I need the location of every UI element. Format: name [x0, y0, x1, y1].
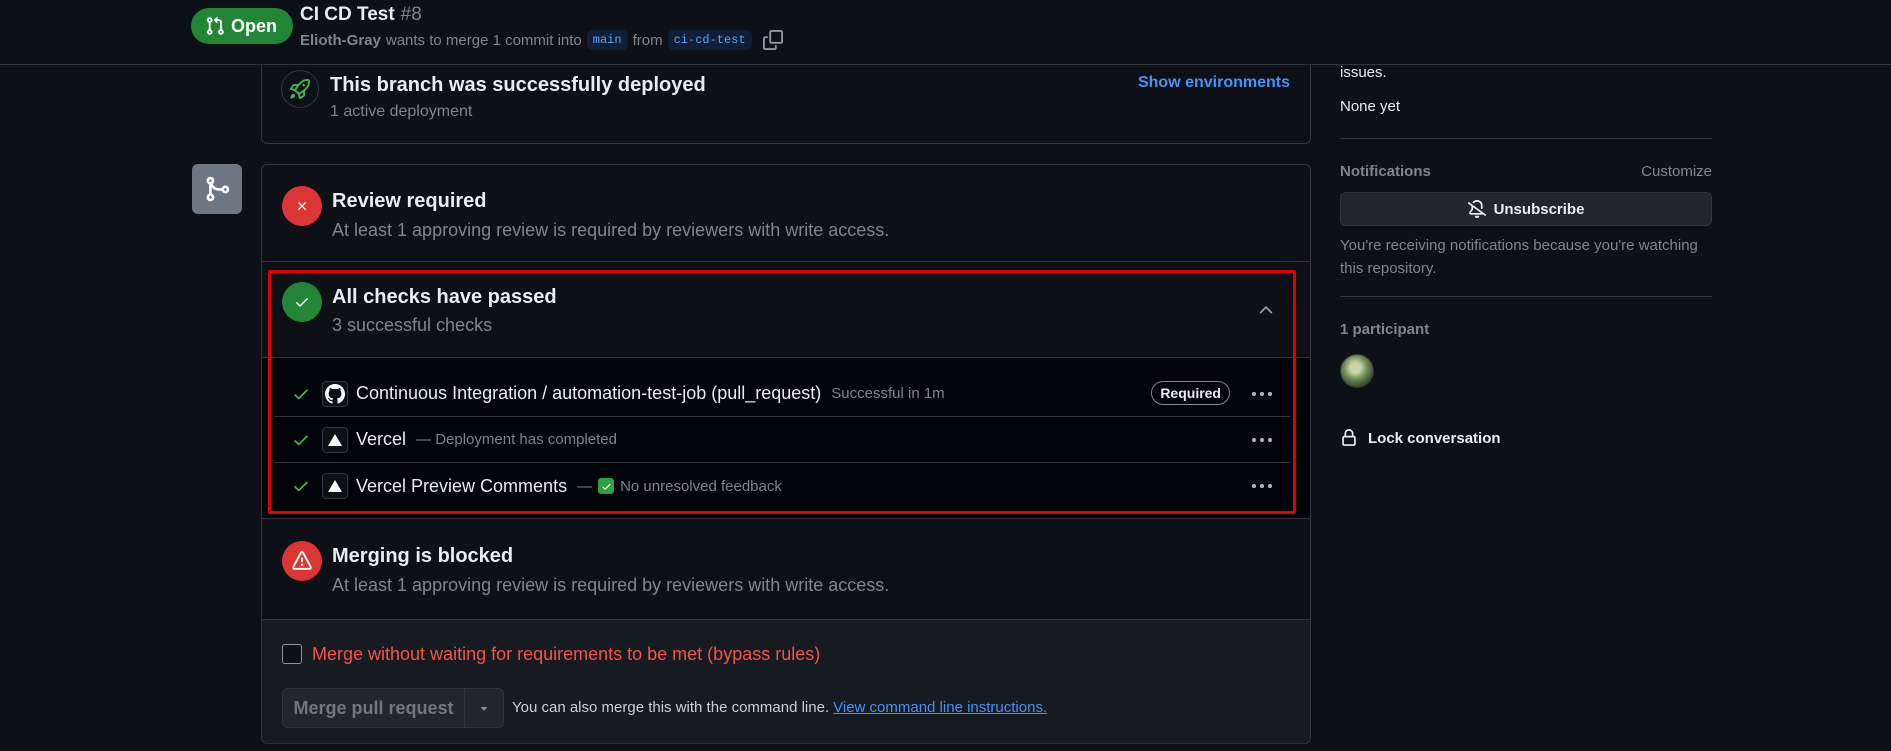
- command-line-hint: You can also merge this with the command…: [512, 699, 1047, 716]
- pr-author-link[interactable]: Elioth-Gray: [300, 32, 381, 49]
- notification-description: You're receiving notifications because y…: [1340, 237, 1698, 277]
- command-line-instructions-link[interactable]: View command line instructions.: [833, 699, 1047, 716]
- notifications-heading: Notifications: [1340, 163, 1431, 180]
- head-branch[interactable]: ci-cd-test: [667, 30, 752, 50]
- pr-header: Open CI CD Test #8 Elioth-Gray wants to …: [0, 0, 1891, 65]
- required-badge: Required: [1151, 381, 1230, 405]
- rocket-icon: [281, 70, 319, 108]
- vercel-icon: [322, 473, 348, 499]
- pr-title-text: CI CD Test: [300, 4, 395, 25]
- copy-icon: [762, 30, 783, 50]
- vercel-icon: [322, 426, 348, 453]
- merging-blocked-section: Merging is blocked At least 1 approving …: [262, 519, 1310, 619]
- pr-number: #8: [400, 4, 422, 25]
- deployment-title: This branch was successfully deployed: [330, 74, 706, 96]
- check-dash: —: [577, 477, 593, 495]
- review-subtitle: At least 1 approving review is required …: [332, 220, 890, 240]
- bypass-rules-checkbox[interactable]: [282, 644, 302, 664]
- merge-box: Review required At least 1 approving rev…: [261, 164, 1311, 744]
- check-name[interactable]: Vercel: [356, 429, 406, 450]
- base-branch[interactable]: main: [586, 30, 628, 50]
- command-line-text: You can also merge this with the command…: [512, 699, 830, 716]
- triangle-down-icon: [480, 707, 488, 711]
- show-environments-link[interactable]: Show environments: [1138, 74, 1290, 92]
- divider: [1340, 296, 1712, 297]
- check-icon: [294, 435, 308, 445]
- x-icon: [282, 186, 322, 226]
- unsubscribe-label: Unsubscribe: [1493, 200, 1585, 218]
- unsubscribe-button[interactable]: Unsubscribe: [1340, 192, 1712, 226]
- checks-section: All checks have passed 3 successful chec…: [262, 262, 1310, 519]
- merge-actions-section: Merge without waiting for requirements t…: [262, 619, 1310, 743]
- check-name[interactable]: Continuous Integration / automation-test…: [356, 383, 821, 404]
- github-icon: [322, 380, 348, 407]
- checks-subtitle: 3 successful checks: [332, 315, 493, 335]
- merge-pull-request-button[interactable]: Merge pull request: [282, 688, 465, 728]
- issues-text: issues.: [1340, 64, 1387, 81]
- check-name[interactable]: Vercel Preview Comments: [356, 476, 567, 497]
- git-merge-icon: [192, 164, 242, 214]
- blocked-title: Merging is blocked: [332, 545, 514, 567]
- lock-icon: [1342, 429, 1356, 446]
- checkbox-checked-icon: [598, 478, 615, 494]
- check-row[interactable]: Vercel — Deployment has completed: [274, 417, 1290, 463]
- pr-meta: Elioth-Gray wants to merge 1 commit into…: [300, 28, 785, 52]
- alert-icon: [282, 541, 322, 581]
- check-circle-icon: [282, 282, 322, 322]
- merge-options-dropdown[interactable]: [464, 688, 504, 728]
- check-description: — No unresolved feedback: [577, 478, 782, 495]
- check-row[interactable]: Continuous Integration / automation-test…: [274, 371, 1290, 417]
- divider: [1340, 138, 1712, 139]
- review-title: Review required: [332, 190, 487, 212]
- checks-header[interactable]: All checks have passed 3 successful chec…: [262, 262, 1310, 358]
- blocked-subtitle: At least 1 approving review is required …: [332, 575, 890, 595]
- check-icon: [294, 481, 308, 492]
- check-row[interactable]: Vercel Preview Comments — No unresolved …: [274, 463, 1290, 509]
- check-more-options-button[interactable]: [1248, 428, 1276, 452]
- merge-text: wants to merge 1 commit into: [385, 31, 582, 49]
- bell-slash-icon: [1467, 200, 1486, 218]
- check-description: — Deployment has completed: [416, 431, 617, 448]
- check-more-options-button[interactable]: [1248, 474, 1276, 498]
- participants-heading: 1 participant: [1340, 321, 1430, 338]
- lock-conversation-label: Lock conversation: [1368, 429, 1501, 447]
- check-icon: [294, 389, 308, 399]
- pr-state-badge: Open: [191, 8, 294, 44]
- deployment-subtitle: 1 active deployment: [330, 103, 473, 120]
- git-pull-request-icon: [206, 16, 224, 35]
- lock-conversation-button[interactable]: Lock conversation: [1340, 429, 1501, 447]
- customize-link[interactable]: Customize: [1641, 163, 1712, 180]
- participant-avatar[interactable]: [1340, 354, 1374, 388]
- check-more-options-button[interactable]: [1248, 382, 1276, 406]
- review-required-section: Review required At least 1 approving rev…: [262, 165, 1310, 262]
- none-yet-text: None yet: [1340, 98, 1401, 115]
- chevron-up-icon[interactable]: [1256, 300, 1276, 320]
- pr-state-label: Open: [231, 15, 278, 36]
- copy-branch-button[interactable]: [761, 28, 785, 52]
- pr-title: CI CD Test #8: [300, 4, 422, 26]
- check-feedback-text: No unresolved feedback: [620, 477, 782, 495]
- check-description: Successful in 1m: [831, 385, 945, 402]
- from-text: from: [632, 31, 663, 49]
- bypass-rules-label[interactable]: Merge without waiting for requirements t…: [312, 644, 820, 665]
- checks-title: All checks have passed: [332, 286, 557, 308]
